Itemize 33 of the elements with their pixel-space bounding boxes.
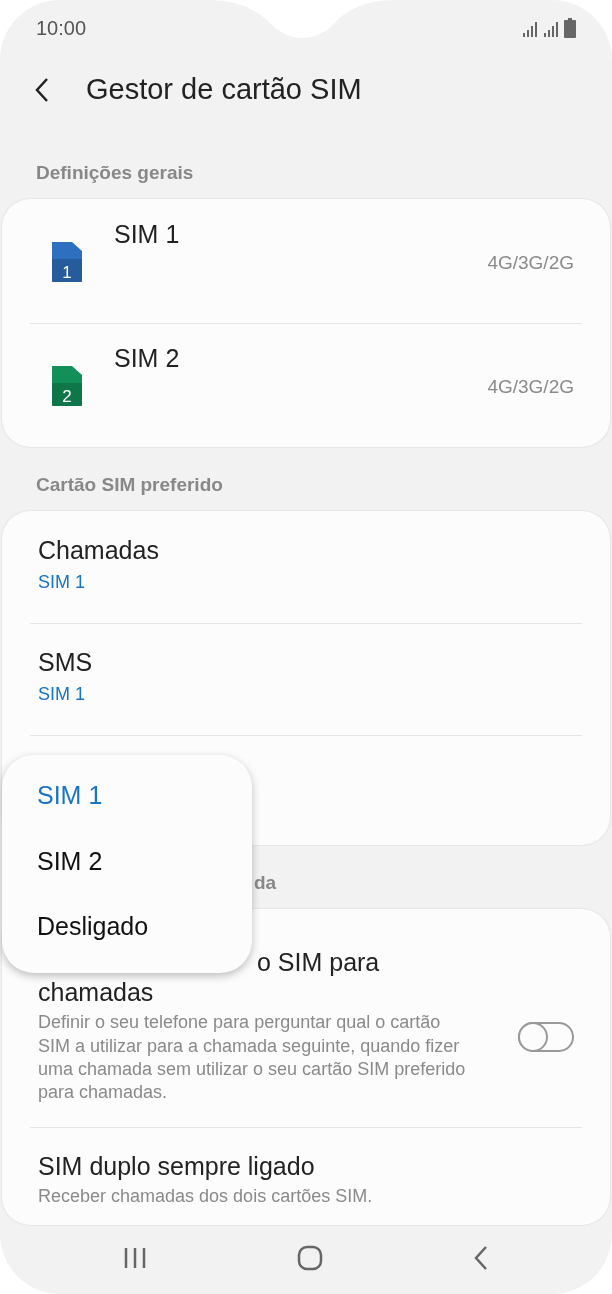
sim-row[interactable]: 2 SIM 2 4G/3G/2G: [2, 323, 610, 447]
menu-option[interactable]: SIM 2: [2, 828, 252, 894]
section-header: Cartão SIM preferido: [36, 472, 223, 497]
setting-description: Receber chamadas dos dois cartões SIM.: [38, 1185, 374, 1208]
setting-value: SIM 1: [38, 571, 86, 594]
section-header: da: [254, 870, 277, 895]
screen-title: Gestor de cartão SIM: [86, 72, 362, 108]
signal-icon: [522, 19, 539, 38]
toggle-switch[interactable]: [518, 1022, 574, 1052]
setting-value: SIM 1: [38, 683, 86, 706]
back-icon: [473, 1245, 489, 1271]
setting-title: SMS: [38, 647, 94, 677]
sim-name: SIM 1: [114, 219, 181, 249]
home-icon: [297, 1245, 323, 1271]
setting-title: SIM duplo sempre ligado: [38, 1151, 316, 1181]
preference-row[interactable]: SMS SIM 1: [2, 623, 610, 735]
setting-row[interactable]: SIM duplo sempre ligado Receber chamadas dos dois cartões SIM.: [2, 1127, 610, 1225]
network-type: 4G/3G/2G: [487, 251, 574, 275]
preference-row[interactable]: Chamadas SIM 1: [2, 511, 610, 623]
section-header: Definições gerais: [36, 160, 194, 185]
sim-name: SIM 2: [114, 343, 181, 373]
battery-icon: [564, 17, 576, 38]
sim-row[interactable]: 1 SIM 1 4G/3G/2G: [2, 199, 610, 323]
setting-title: Chamadas: [38, 535, 160, 565]
recent-apps-icon: [123, 1246, 147, 1271]
menu-option[interactable]: SIM 1: [2, 763, 252, 829]
signal-icon: [543, 19, 560, 38]
back-icon: [34, 77, 50, 103]
sim-card-icon: 2: [50, 365, 84, 407]
sim-card-icon: 1: [50, 241, 84, 283]
status-time: 10:00: [36, 15, 87, 41]
setting-description: Definir o seu telefone para perguntar qual o cartão SIM a utilizar para a chamada seguinte, quando fizer uma chamada sem utilizar o seu cartão SIM preferido para chamadas.: [38, 1011, 467, 1105]
network-type: 4G/3G/2G: [487, 375, 574, 399]
